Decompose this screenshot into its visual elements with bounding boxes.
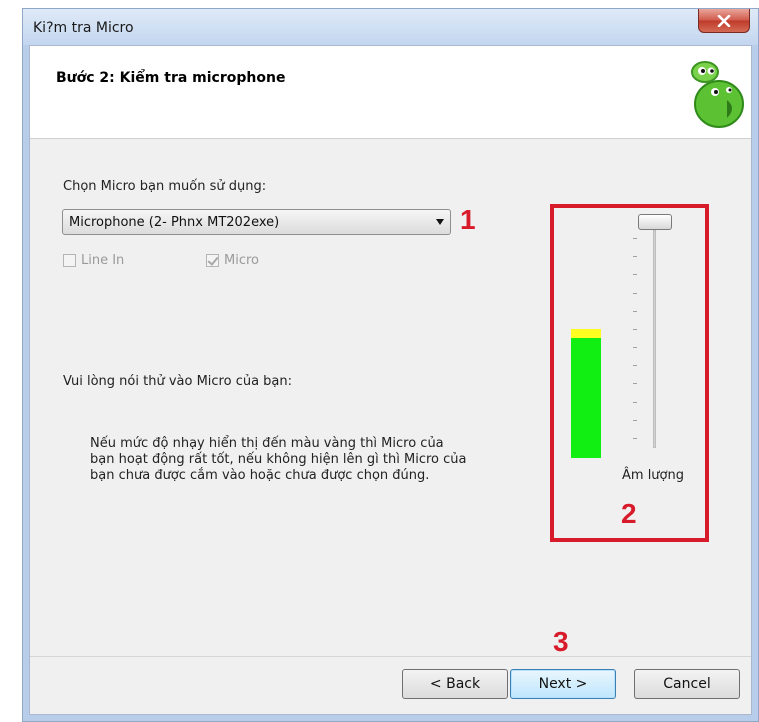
device-select-label: Chọn Micro bạn muốn sử dụng:: [63, 179, 267, 194]
volume-slider-thumb[interactable]: [638, 214, 672, 230]
annotation-2: 2: [621, 498, 637, 529]
window-title: Ki?m tra Micro: [33, 20, 134, 36]
wizard-header: Bước 2: Kiểm tra microphone: [30, 46, 751, 139]
annotation-1: 1: [460, 204, 476, 235]
volume-slider-tick: [633, 383, 637, 385]
chat-mascot-logo: [691, 61, 744, 128]
volume-slider-tick: [633, 419, 637, 421]
volume-slider-tick: [633, 328, 637, 330]
micro-checkbox-box: [206, 254, 219, 267]
next-button[interactable]: Next >: [510, 669, 616, 699]
volume-slider-tick: [633, 347, 637, 349]
volume-slider-tick: [633, 292, 637, 294]
speak-instruction: Vui lòng nói thử vào Micro của bạn:: [63, 374, 293, 389]
step-title: Bước 2: Kiểm tra microphone: [56, 70, 286, 86]
volume-slider-tick: [633, 256, 637, 258]
volume-slider-tick: [633, 238, 637, 239]
dialog-body: Bước 2: Kiểm tra microphone Chọn Micro b…: [29, 45, 752, 715]
line-in-checkbox-box: [63, 254, 76, 267]
volume-slider-tick: [633, 310, 637, 312]
chevron-down-icon: [436, 219, 444, 225]
footer-separator: [30, 656, 751, 657]
mic-level-peak: [571, 329, 601, 338]
micro-label: Micro: [224, 253, 259, 268]
volume-label: Âm lượng: [622, 468, 684, 483]
volume-slider-tick: [633, 274, 637, 276]
cancel-button[interactable]: Cancel: [634, 669, 740, 699]
volume-slider-tick: [633, 401, 637, 403]
title-bar[interactable]: Ki?m tra Micro: [23, 9, 758, 45]
close-button[interactable]: [698, 9, 750, 33]
meter-highlight-box: Âm lượng 2: [550, 204, 709, 542]
micro-checkbox[interactable]: Micro: [206, 253, 259, 268]
sensitivity-hint: Nếu mức độ nhạy hiển thị đến màu vàng th…: [90, 436, 467, 483]
volume-slider-track[interactable]: [653, 230, 656, 448]
microphone-dropdown-value: Microphone (2- Phnx MT202exe): [69, 215, 280, 230]
volume-slider-tick: [633, 438, 637, 439]
line-in-checkbox[interactable]: Line In: [63, 253, 124, 268]
line-in-label: Line In: [81, 253, 125, 268]
microphone-dropdown[interactable]: Microphone (2- Phnx MT202exe): [62, 209, 451, 235]
volume-slider-tick: [633, 365, 637, 367]
close-icon: [717, 14, 731, 27]
back-button[interactable]: < Back: [402, 669, 508, 699]
annotation-3: 3: [553, 626, 569, 657]
dialog-window: Ki?m tra Micro Bước 2: Kiểm tra micropho…: [22, 8, 759, 722]
mic-level-meter: [571, 321, 601, 458]
mic-level-fill: [571, 338, 601, 458]
